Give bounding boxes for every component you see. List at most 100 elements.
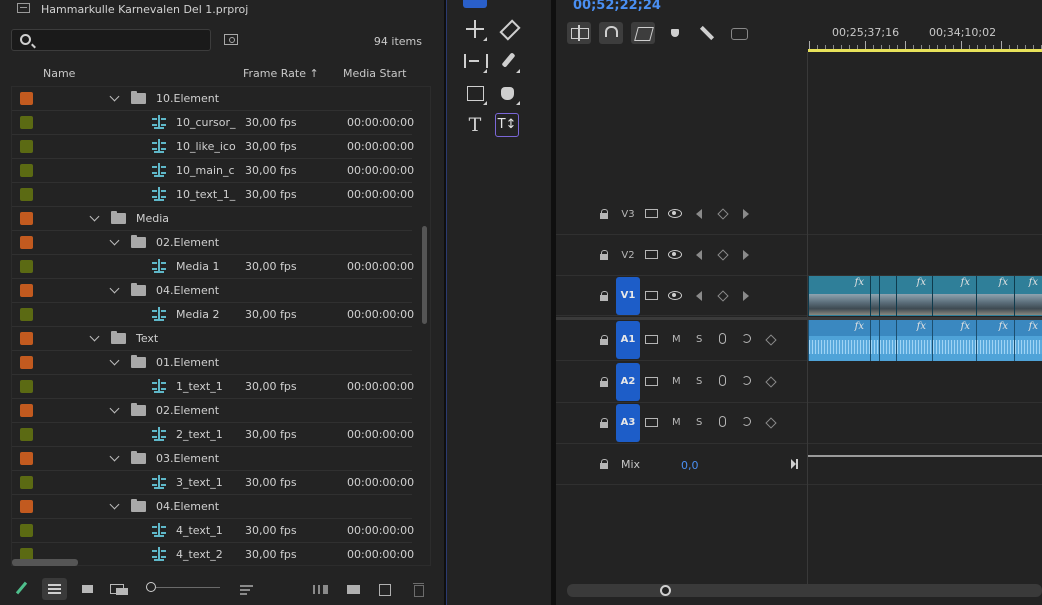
- mute-button[interactable]: M: [672, 417, 681, 428]
- video-clip[interactable]: [870, 276, 879, 316]
- sequence-row[interactable]: 10_like_ico 30,00 fps 00:00:00:00: [12, 135, 414, 159]
- sequence-row[interactable]: Media 1 30,00 fps 00:00:00:00: [12, 255, 414, 279]
- search-input[interactable]: [42, 32, 202, 48]
- label-color-swatch[interactable]: [20, 476, 33, 489]
- new-item-icon[interactable]: [379, 580, 392, 598]
- razor-tool-icon[interactable]: [496, 18, 520, 42]
- chevron-down-icon[interactable]: [109, 403, 120, 414]
- add-keyframe-icon[interactable]: [717, 290, 729, 302]
- label-color-swatch[interactable]: [20, 524, 33, 537]
- rectangle-tool-icon[interactable]: [463, 82, 487, 106]
- previous-keyframe-icon[interactable]: [696, 291, 702, 301]
- microphone-icon[interactable]: [719, 416, 726, 427]
- zoom-slider-handle[interactable]: [146, 582, 156, 592]
- audio-clip[interactable]: [870, 320, 879, 361]
- sequence-row[interactable]: 1_text_1 30,00 fps 00:00:00:00: [12, 375, 414, 399]
- sequence-row[interactable]: 10_main_c 30,00 fps 00:00:00:00: [12, 159, 414, 183]
- label-color-swatch[interactable]: [20, 188, 33, 201]
- mix-volume-value[interactable]: 0,0: [681, 459, 699, 472]
- pen-tool-icon[interactable]: [496, 50, 520, 74]
- list-horizontal-scrollbar[interactable]: [12, 559, 78, 566]
- chevron-down-icon[interactable]: [109, 235, 120, 246]
- sort-icons-icon[interactable]: [240, 580, 254, 598]
- track-select-tool-icon[interactable]: [496, 0, 520, 4]
- captions-icon[interactable]: [727, 22, 751, 44]
- track-target-a2[interactable]: A2: [616, 363, 640, 401]
- mute-button[interactable]: M: [672, 376, 681, 387]
- bin-row[interactable]: 01.Element: [12, 351, 412, 375]
- label-color-swatch[interactable]: [20, 212, 33, 225]
- playhead-timecode[interactable]: 00;52;22;24: [573, 0, 661, 13]
- label-color-swatch[interactable]: [20, 92, 33, 105]
- list-view-icon[interactable]: [42, 578, 67, 600]
- bin-row[interactable]: 02.Element: [12, 231, 412, 255]
- audio-track-a3[interactable]: A3 M S: [556, 403, 1042, 444]
- mix-volume-line[interactable]: [808, 455, 1042, 457]
- ripple-edit-tool-icon[interactable]: [463, 18, 487, 42]
- sequence-row[interactable]: 10_cursor_ 30,00 fps 00:00:00:00: [12, 111, 414, 135]
- pencil-icon[interactable]: [15, 580, 29, 598]
- mute-button[interactable]: M: [672, 334, 681, 345]
- chevron-down-icon[interactable]: [89, 331, 100, 342]
- add-marker-icon[interactable]: [663, 22, 687, 44]
- next-keyframe-icon[interactable]: [743, 209, 749, 219]
- video-track-v3[interactable]: V3: [556, 194, 1042, 235]
- sequence-row[interactable]: 10_text_1_ 30,00 fps 00:00:00:00: [12, 183, 414, 207]
- label-color-swatch[interactable]: [20, 332, 33, 345]
- label-color-swatch[interactable]: [20, 164, 33, 177]
- label-color-swatch[interactable]: [20, 284, 33, 297]
- column-header-frame-rate[interactable]: Frame Rate ↑: [243, 67, 319, 80]
- hand-tool-icon[interactable]: [496, 82, 520, 106]
- video-track-v2[interactable]: V2: [556, 235, 1042, 276]
- sync-lock-icon[interactable]: [645, 335, 658, 344]
- add-keyframe-icon[interactable]: [717, 249, 729, 261]
- video-clip[interactable]: fx: [932, 276, 976, 316]
- lock-icon[interactable]: [599, 209, 609, 220]
- label-color-swatch[interactable]: [20, 308, 33, 321]
- create-search-bin-icon[interactable]: [224, 34, 238, 45]
- voice-over-record-icon[interactable]: [742, 376, 751, 385]
- solo-button[interactable]: S: [696, 334, 702, 345]
- next-keyframe-icon[interactable]: [743, 250, 749, 260]
- freeform-view-icon[interactable]: [110, 580, 130, 598]
- audio-clip[interactable]: fx: [896, 320, 932, 361]
- go-to-end-icon[interactable]: [791, 459, 802, 469]
- snap-icon[interactable]: [599, 22, 623, 44]
- icon-view-icon[interactable]: [82, 580, 94, 598]
- bin-row[interactable]: 10.Element: [12, 87, 412, 111]
- track-target-v2[interactable]: V2: [616, 250, 640, 261]
- chevron-down-icon[interactable]: [109, 451, 120, 462]
- lock-icon[interactable]: [599, 418, 609, 429]
- track-target-v3[interactable]: V3: [616, 209, 640, 220]
- audio-clip[interactable]: [879, 320, 896, 361]
- lock-icon[interactable]: [599, 335, 609, 346]
- lock-icon[interactable]: [599, 377, 609, 388]
- previous-keyframe-icon[interactable]: [696, 250, 702, 260]
- label-color-swatch[interactable]: [20, 236, 33, 249]
- sync-lock-icon[interactable]: [645, 418, 658, 427]
- label-color-swatch[interactable]: [20, 140, 33, 153]
- sync-lock-icon[interactable]: [645, 250, 658, 259]
- solo-button[interactable]: S: [696, 376, 702, 387]
- audio-track-a2[interactable]: A2 M S: [556, 362, 1042, 403]
- new-bin-icon[interactable]: [347, 580, 361, 598]
- label-color-swatch[interactable]: [20, 428, 33, 441]
- voice-over-record-icon[interactable]: [742, 417, 751, 426]
- sequence-row[interactable]: 4_text_1 30,00 fps 00:00:00:00: [12, 519, 414, 543]
- add-keyframe-icon[interactable]: [765, 417, 777, 429]
- sequence-row[interactable]: 2_text_1 30,00 fps 00:00:00:00: [12, 423, 414, 447]
- audio-clip[interactable]: fx: [932, 320, 976, 361]
- label-color-swatch[interactable]: [20, 500, 33, 513]
- sync-lock-icon[interactable]: [645, 209, 658, 218]
- audio-clip[interactable]: fx: [1014, 320, 1042, 361]
- chevron-down-icon[interactable]: [89, 211, 100, 222]
- bin-row[interactable]: Media: [12, 207, 412, 231]
- track-target-v1[interactable]: V1: [616, 277, 640, 315]
- automate-to-sequence-icon[interactable]: [313, 580, 329, 598]
- work-area-bar[interactable]: [808, 49, 1042, 52]
- list-vertical-scrollbar[interactable]: [422, 226, 427, 324]
- audio-clip[interactable]: fx: [808, 320, 870, 361]
- video-clip[interactable]: fx: [976, 276, 1014, 316]
- zoom-slider-track[interactable]: [156, 587, 220, 588]
- next-keyframe-icon[interactable]: [743, 291, 749, 301]
